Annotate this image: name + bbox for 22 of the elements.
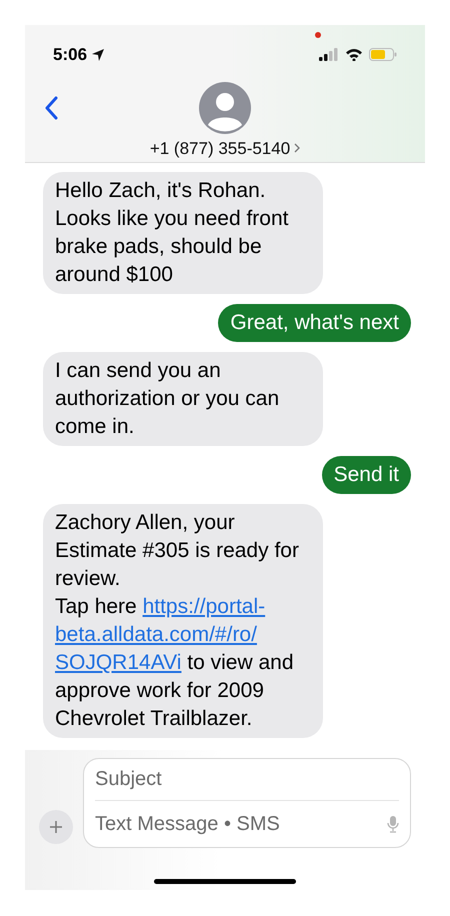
location-arrow-icon bbox=[91, 48, 106, 62]
signal-icon bbox=[319, 48, 339, 62]
microphone-icon[interactable] bbox=[387, 815, 399, 833]
avatar-icon bbox=[199, 82, 251, 134]
message-bubble: Hello Zach, it's Rohan. Looks like you need front brake pads, should be around $100 bbox=[43, 172, 323, 294]
add-button[interactable] bbox=[39, 810, 73, 844]
plus-icon bbox=[49, 820, 63, 834]
message-bubble: Send it bbox=[322, 456, 411, 494]
link[interactable]: https://portal- bbox=[142, 595, 266, 618]
chevron-right-icon bbox=[294, 143, 300, 154]
message-bubble: I can send you an authorization or you can come in. bbox=[43, 352, 323, 446]
link[interactable]: beta.alldata.com/#/ro/ bbox=[55, 623, 257, 646]
wifi-icon bbox=[345, 48, 363, 62]
message-composer[interactable]: Subject Text Message • SMS bbox=[83, 758, 411, 848]
message-bubble: Zachory Allen, your Estimate #305 is ready for review. Tap here https://portal- beta.alldata.com/#/ro/ SOJQR14AVi to view and approve work for 2009 Chevrolet Trailblazer. bbox=[43, 504, 323, 738]
subject-field[interactable]: Subject bbox=[95, 759, 399, 801]
link[interactable]: SOJQR14AVi bbox=[55, 651, 182, 674]
clock-time: 5:06 bbox=[53, 44, 88, 66]
message-bubble: Great, what's next bbox=[218, 304, 411, 342]
contact-name[interactable]: +1 (877) 355-5140 bbox=[150, 136, 300, 161]
battery-icon bbox=[369, 48, 397, 62]
message-field[interactable]: Text Message • SMS bbox=[95, 801, 387, 847]
